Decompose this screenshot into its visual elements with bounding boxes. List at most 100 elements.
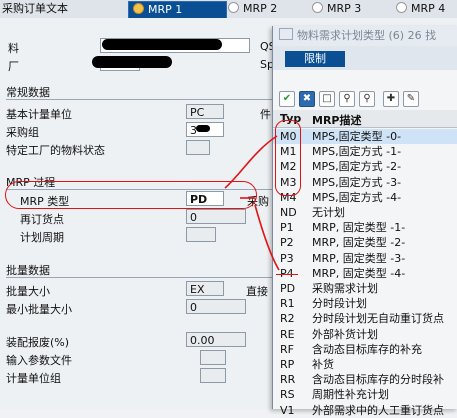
- planning-cycle-label: 计划周期: [20, 231, 64, 244]
- mrp-type-code: RS: [280, 388, 295, 402]
- popup-title-bar: 物料需求计划类型 (6) 26 找: [273, 26, 457, 46]
- tab-purchase-order-text[interactable]: 采购订单文本: [2, 1, 68, 17]
- mrp-type-code: P1: [280, 221, 294, 235]
- plant-label: 厂: [8, 60, 19, 73]
- min-lot-label: 最小批量大小: [6, 303, 72, 316]
- mrp-type-description: 含动态目标库存的补充: [312, 342, 422, 356]
- input-param-label: 输入参数文件: [6, 354, 72, 367]
- section-general-data: 常规数据: [6, 86, 50, 99]
- list-item[interactable]: R1 分时段计划: [273, 296, 457, 311]
- section-lot-size: 批量数据: [6, 264, 50, 277]
- find-icon[interactable]: ⚲: [339, 91, 355, 107]
- status-icon: [228, 2, 239, 13]
- find-next-icon[interactable]: ⚲: [359, 91, 375, 107]
- mrp-type-description: 外部补货计划: [312, 327, 378, 341]
- list-item[interactable]: V1 外部需求中的人工重订货点: [273, 403, 457, 418]
- popup-toolbar: ✔ ✖ □ ⚲ ⚲ ✚ ✎: [273, 88, 457, 111]
- list-item[interactable]: RR 含动态目标库存的分时段补: [273, 372, 457, 387]
- reorder-point-label: 再订货点: [20, 213, 64, 226]
- tab-bar: 采购订单文本 MRP 1 MRP 2 MRP 3 MRP 4: [0, 0, 457, 19]
- mrp-type-description: 补货: [312, 358, 334, 371]
- mrp-type-code: R2: [280, 312, 295, 326]
- list-item[interactable]: P4 MRP, 固定类型 -4-: [273, 266, 457, 281]
- unit-group-field[interactable]: [200, 368, 226, 383]
- mrp-type-description: MPS,固定方式 -2-: [312, 160, 402, 174]
- col-header-desc: MRP描述: [312, 114, 362, 127]
- divider: [6, 277, 272, 278]
- tab-label: MRP 4: [411, 2, 446, 15]
- list-item[interactable]: M4 MPS,固定方式 -4-: [273, 190, 457, 205]
- mrp-type-code: RE: [280, 327, 295, 341]
- mrp-type-description: MPS,固定方式 -3-: [312, 175, 402, 189]
- mrp-type-code: P3: [280, 251, 294, 265]
- mrp-type-description: 分时段计划: [312, 297, 367, 311]
- mrp-type-code: PD: [280, 282, 296, 295]
- reorder-point-field[interactable]: 0: [186, 209, 246, 224]
- tab-label: MRP 1: [148, 3, 183, 16]
- list-item[interactable]: PD 采购需求计划: [273, 281, 457, 296]
- tab-restrictions[interactable]: 限制: [285, 51, 345, 67]
- mrp-type-description: 外部需求中的人工重订货点: [312, 403, 444, 417]
- purchasing-group-label: 采购组: [6, 126, 39, 139]
- assembly-scrap-field[interactable]: 0.00: [186, 332, 246, 347]
- mrp-type-description: MRP, 固定类型 -3-: [312, 251, 406, 265]
- cancel-icon[interactable]: ✖: [299, 91, 315, 107]
- mrp-type-code: RF: [280, 342, 294, 356]
- mrp-type-code: ND: [280, 206, 297, 219]
- confirm-icon[interactable]: ✔: [279, 91, 295, 107]
- material-label: 料: [8, 42, 19, 55]
- mrp-type-description: MRP, 固定类型 -2-: [312, 236, 406, 250]
- tab-mrp1[interactable]: MRP 1: [128, 1, 227, 19]
- planning-cycle-field[interactable]: [186, 227, 216, 242]
- plant-status-label: 特定工厂的物料状态: [6, 144, 105, 157]
- tab-mrp2[interactable]: MRP 2: [228, 1, 277, 17]
- redaction: [102, 39, 222, 50]
- tab-label: MRP 3: [327, 2, 362, 15]
- base-uom-field[interactable]: PC: [186, 104, 224, 119]
- list-item[interactable]: ND 无计划: [273, 205, 457, 220]
- mrp-type-description: 含动态目标库存的分时段补: [312, 373, 444, 387]
- list-item[interactable]: RF 含动态目标库存的补充: [273, 342, 457, 357]
- annotation-bracket: [275, 120, 301, 196]
- annotation-underline: [276, 274, 298, 275]
- piece-label: 件: [260, 108, 271, 121]
- mrp-type-description: 分时段计划无自动重订货点: [312, 312, 444, 326]
- popup-title: 物料需求计划类型 (6) 26 找: [297, 29, 437, 42]
- list-item[interactable]: RP 补货: [273, 357, 457, 372]
- list-item[interactable]: RE 外部补货计划: [273, 327, 457, 342]
- add-icon[interactable]: ✚: [383, 91, 399, 107]
- mrp-type-code: RR: [280, 373, 296, 387]
- divider: [6, 99, 272, 100]
- annotation-oval: [5, 181, 257, 209]
- list-item[interactable]: RS 周期性补充计划: [273, 387, 457, 402]
- base-uom-label: 基本计量单位: [6, 108, 72, 121]
- list-item[interactable]: R2 分时段计划无自动重订货点: [273, 311, 457, 326]
- mrp-type-description: MRP, 固定类型 -4-: [312, 266, 406, 280]
- mrp-type-description: MRP, 固定类型 -1-: [312, 221, 406, 235]
- mrp-type-code: V1: [280, 403, 295, 417]
- direct-label: 直接: [246, 285, 268, 298]
- lot-size-label: 批量大小: [6, 285, 50, 298]
- redaction: [92, 56, 172, 68]
- mrp-type-code: RP: [280, 358, 295, 371]
- mrp-type-description: MPS,固定方式 -1-: [312, 145, 402, 159]
- tab-mrp4[interactable]: MRP 4: [396, 1, 445, 17]
- plant-status-field[interactable]: [186, 140, 210, 155]
- mrp-type-code: R1: [280, 297, 295, 311]
- unit-group-label: 计量单位组: [6, 372, 61, 385]
- mrp-type-description: 周期性补充计划: [312, 388, 389, 402]
- list-item[interactable]: P2 MRP, 固定类型 -2-: [273, 235, 457, 250]
- tab-label: MRP 2: [243, 2, 278, 15]
- list-item[interactable]: P3 MRP, 固定类型 -3-: [273, 251, 457, 266]
- min-lot-field[interactable]: 0: [186, 299, 246, 314]
- mrp-type-description: MPS,固定方式 -4-: [312, 190, 402, 204]
- lot-size-field[interactable]: EX: [186, 281, 224, 296]
- mrp-type-popup: 物料需求计划类型 (6) 26 找 限制 ✔ ✖ □ ⚲ ⚲ ✚ ✎ Typ M…: [272, 26, 457, 417]
- new-page-icon[interactable]: □: [319, 91, 335, 107]
- input-param-field[interactable]: [200, 350, 226, 365]
- mrp-type-description: 采购需求计划: [312, 282, 378, 295]
- list-item[interactable]: P1 MRP, 固定类型 -1-: [273, 220, 457, 235]
- tab-mrp3[interactable]: MRP 3: [312, 1, 361, 17]
- mrp-type-description: 无计划: [312, 206, 345, 219]
- tools-icon[interactable]: ✎: [403, 91, 419, 107]
